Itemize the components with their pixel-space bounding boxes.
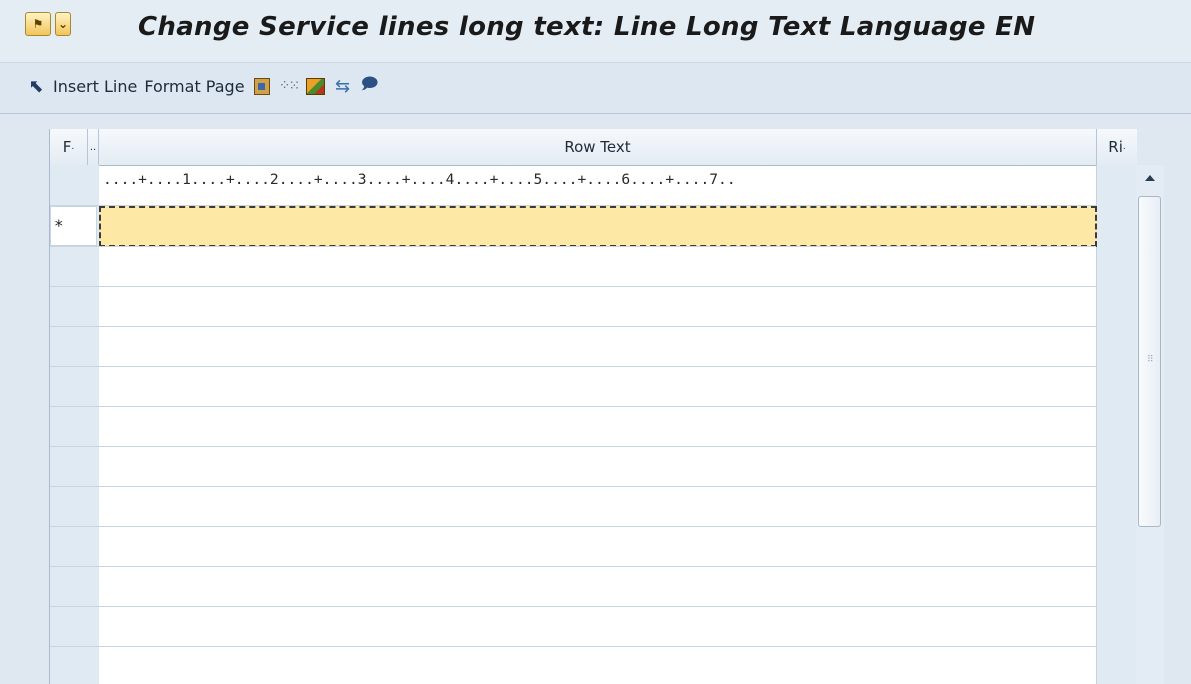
column-ruler: ....+....1....+....2....+....3....+....4… [103, 171, 736, 188]
content-area: F. .. Row Text Ri. ....+....1....+....2.… [0, 114, 1191, 684]
row-line [50, 606, 1096, 607]
title-bar: ⚑ ⌄ Change Service lines long text: Line… [0, 0, 1191, 63]
row-line [50, 646, 1096, 647]
help-icon[interactable]: ⚑ [25, 12, 51, 36]
application-toolbar: ⬉ Insert Line Format Page ⁘⁙ ⇆ 🗩 [0, 63, 1191, 114]
header-format[interactable]: F. [50, 129, 88, 165]
active-text-row[interactable] [99, 206, 1097, 247]
select-icon[interactable]: ⬉ [26, 76, 46, 97]
row-line [50, 406, 1096, 407]
grid-header: F. .. Row Text Ri. [50, 129, 1137, 166]
menu-dropdown-icon[interactable]: ⌄ [55, 12, 71, 36]
row-line [50, 246, 1096, 247]
scroll-up-icon[interactable] [1145, 175, 1155, 181]
header-row-text[interactable]: Row Text [99, 129, 1097, 165]
dotted-icon[interactable]: ⁘⁙ [279, 76, 300, 96]
grip-icon: ⠿ [1147, 355, 1154, 365]
scroll-thumb[interactable]: ⠿ [1138, 196, 1161, 527]
vertical-scrollbar[interactable]: ⠿ [1136, 165, 1164, 684]
format-page-button[interactable]: Format Page [144, 77, 244, 96]
header-right[interactable]: Ri. [1097, 129, 1137, 165]
comment-icon[interactable]: 🗩 [360, 74, 380, 96]
row-line [50, 366, 1096, 367]
right-column [1096, 165, 1136, 684]
row-line [50, 286, 1096, 287]
paste-icon[interactable] [252, 76, 272, 96]
row-line [50, 566, 1096, 567]
row-line [50, 486, 1096, 487]
row-line [50, 526, 1096, 527]
insert-line-button[interactable]: Insert Line [53, 77, 137, 96]
row-marker: * [50, 206, 97, 246]
row-line [50, 446, 1096, 447]
header-col2[interactable]: .. [88, 129, 99, 165]
image-icon[interactable] [306, 76, 326, 96]
title-icons: ⚑ ⌄ [25, 12, 71, 36]
text-grid: F. .. Row Text Ri. ....+....1....+....2.… [49, 129, 1137, 684]
page-title: Change Service lines long text: Line Lon… [138, 12, 1036, 42]
move-icon[interactable]: ⇆ [333, 76, 353, 97]
row-line [50, 205, 1096, 206]
row-line [50, 326, 1096, 327]
